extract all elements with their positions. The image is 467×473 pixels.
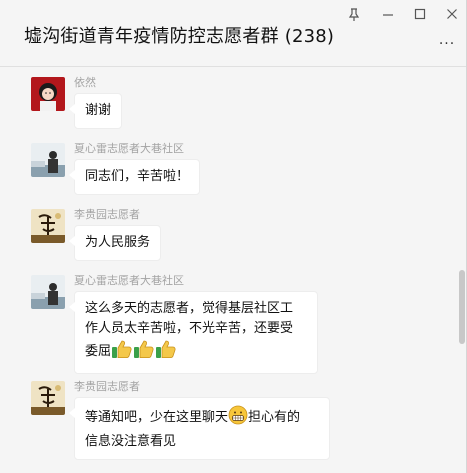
message-item: 夏心雷志愿者大巷社区 同志们，辛苦啦！ (0, 133, 458, 199)
grin-emoji (228, 405, 248, 432)
sender-name: 李贵园志愿者 (74, 208, 140, 221)
message-text: 等通知吧，少在这里聊天 (85, 410, 229, 425)
thumbs-up-emoji (111, 339, 133, 366)
message-item: 依然 谢谢 (0, 67, 458, 133)
message-text-line: 这么多天的志愿者，觉得基层社区工 (85, 301, 294, 316)
sender-name: 夏心雷志愿者大巷社区 (74, 274, 184, 287)
sender-name: 依然 (74, 76, 96, 89)
message-bubble[interactable]: 为人民服务 (68, 225, 162, 261)
more-options-button[interactable]: ··· (436, 37, 458, 51)
message-text: 同志们，辛苦啦！ (85, 169, 190, 184)
message-list: 依然 谢谢 夏心雷志愿者大巷社区 同志们，辛苦啦！ 李贵园志愿者 为人民服务 夏… (0, 67, 458, 473)
chat-window: 墟沟街道青年疫情防控志愿者群 (238) ··· 依然 谢谢 夏心雷志愿者大巷社… (0, 0, 467, 473)
scrollbar-thumb[interactable] (459, 270, 465, 344)
message-text-line: 作人员太辛苦啦，不光辛苦，还要受 (85, 321, 294, 336)
thumbs-up-emoji (155, 339, 177, 366)
person-photo-avatar[interactable] (31, 275, 65, 309)
message-text: 担心有的 (248, 410, 301, 425)
thumbs-up-emoji (133, 339, 155, 366)
message-text-line: 委屈 (85, 344, 112, 359)
message-bubble[interactable]: 同志们，辛苦啦！ (68, 159, 201, 195)
message-bubble[interactable]: 这么多天的志愿者，觉得基层社区工 作人员太辛苦啦，不光辛苦，还要受 委屈 (69, 291, 318, 374)
person-photo-avatar[interactable] (31, 143, 65, 177)
maximize-icon[interactable] (412, 8, 428, 24)
sender-name: 夏心雷志愿者大巷社区 (74, 142, 184, 155)
message-bubble[interactable]: 等通知吧，少在这里聊天 担心有的 信息没注意看见 (69, 397, 330, 460)
message-item: 夏心雷志愿者大巷社区 这么多天的志愿者，觉得基层社区工 作人员太辛苦啦，不光辛苦… (0, 265, 458, 374)
red-cartoon-avatar[interactable] (31, 77, 65, 111)
calligraphy-li-avatar[interactable] (31, 209, 65, 243)
chat-title: 墟沟街道青年疫情防控志愿者群 (238) (24, 26, 335, 47)
calligraphy-li-avatar[interactable] (31, 381, 65, 415)
title-bar: 墟沟街道青年疫情防控志愿者群 (238) ··· (0, 0, 467, 67)
sender-name: 李贵园志愿者 (74, 380, 140, 393)
close-icon[interactable] (444, 8, 460, 24)
message-item: 李贵园志愿者 为人民服务 (0, 199, 458, 265)
message-bubble[interactable]: 谢谢 (68, 93, 123, 129)
message-text: 为人民服务 (85, 235, 151, 250)
pin-icon[interactable] (346, 8, 362, 24)
message-text-line: 信息没注意看见 (85, 434, 177, 449)
minimize-icon[interactable] (380, 8, 396, 24)
message-text: 谢谢 (85, 103, 112, 118)
message-item: 李贵园志愿者 等通知吧，少在这里聊天 担心有的 信息没注意看见 (0, 371, 458, 473)
